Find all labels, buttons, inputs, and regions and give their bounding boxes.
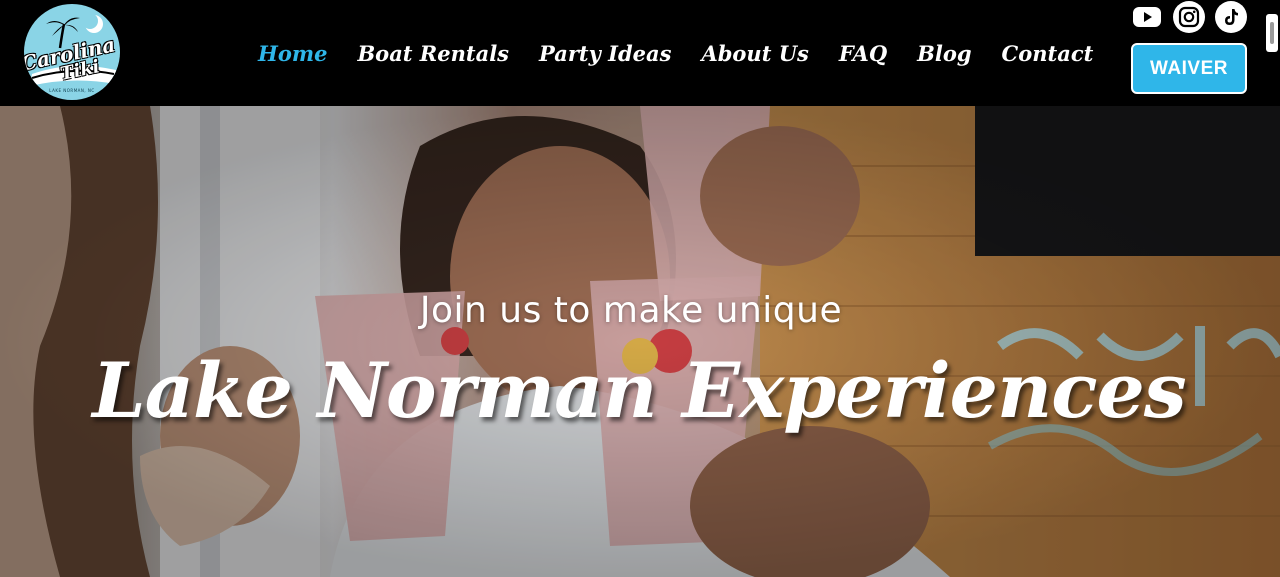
site-header: Carolina Tiki LAKE NORMAN, NC Home Boat … — [0, 0, 1280, 106]
hero-background-image — [0, 106, 1280, 577]
hero-subtitle: Join us to make unique — [419, 290, 843, 331]
nav-boat-rentals[interactable]: Boat Rentals — [357, 41, 509, 66]
hero-section: Join us to make unique Lake Norman Exper… — [0, 106, 1280, 577]
instagram-icon[interactable] — [1173, 1, 1205, 33]
carolina-tiki-logo[interactable]: Carolina Tiki LAKE NORMAN, NC — [24, 4, 120, 100]
nav-about-us[interactable]: About Us — [701, 41, 808, 66]
social-links — [1131, 1, 1247, 33]
youtube-icon[interactable] — [1131, 1, 1163, 33]
scrollbar-handle[interactable] — [1266, 14, 1278, 52]
waiver-button[interactable]: WAIVER — [1131, 43, 1247, 94]
logo-location: LAKE NORMAN, NC — [49, 88, 95, 93]
nav-home[interactable]: Home — [258, 41, 327, 66]
main-nav: Home Boat Rentals Party Ideas About Us F… — [258, 36, 1093, 70]
nav-contact[interactable]: Contact — [1002, 41, 1094, 66]
tiktok-icon[interactable] — [1215, 1, 1247, 33]
nav-party-ideas[interactable]: Party Ideas — [539, 41, 671, 66]
hero-title: Lake Norman Experiences — [92, 346, 1186, 435]
nav-blog[interactable]: Blog — [917, 41, 971, 66]
nav-faq[interactable]: FAQ — [839, 41, 887, 66]
